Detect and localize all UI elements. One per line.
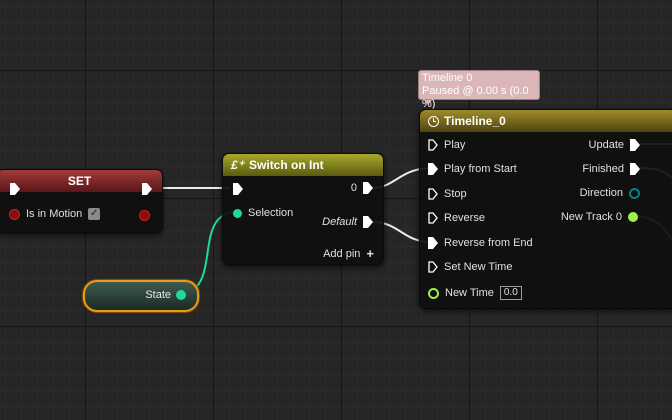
set-exec-in-pin[interactable] — [10, 183, 20, 195]
new-track-0-label: New Track 0 — [560, 211, 622, 223]
output-new-track-0: New Track 0 — [561, 211, 638, 223]
add-pin-label: Add pin — [323, 247, 361, 260]
switch-out-0-pin[interactable] — [363, 182, 373, 194]
switch-out-0-label: 0 — [350, 182, 357, 194]
reverse-from-end-exec-pin[interactable] — [428, 237, 438, 249]
switch-exec-in-pin[interactable] — [233, 183, 243, 195]
direction-enum-pin[interactable] — [629, 187, 640, 199]
switch-on-int-node[interactable]: £⁺ Switch on Int 0 Selection Default Add… — [222, 153, 384, 265]
update-exec-pin[interactable] — [630, 139, 640, 151]
tooltip-tail — [424, 100, 432, 105]
update-label: Update — [588, 139, 624, 151]
play-label: Play — [444, 139, 466, 151]
set-node[interactable]: SET Is in Motion ✓ — [0, 169, 163, 233]
timeline-node[interactable]: Timeline_0 Play Play from Start Stop Rev… — [419, 109, 672, 309]
stop-label: Stop — [444, 188, 467, 200]
reverse-from-end-label: Reverse from End — [444, 237, 533, 249]
function-icon: £⁺ — [231, 158, 245, 172]
finished-label: Finished — [582, 163, 624, 175]
new-track-0-float-pin[interactable] — [628, 212, 638, 222]
output-finished: Finished — [582, 163, 640, 175]
input-set-new-time: Set New Time — [428, 261, 512, 273]
direction-label: Direction — [579, 187, 623, 199]
default-exec-pin[interactable] — [363, 216, 373, 228]
input-reverse: Reverse — [428, 212, 485, 224]
stop-exec-pin[interactable] — [428, 188, 438, 200]
set-var-row: Is in Motion ✓ — [9, 208, 101, 220]
switch-out-0-row: 0 — [351, 182, 373, 194]
state-label: State — [145, 289, 171, 301]
tooltip-line2: Paused @ 0.00 s (0.0 %) — [422, 85, 529, 110]
clock-icon — [428, 115, 439, 127]
default-row: Default — [322, 216, 373, 228]
input-play: Play — [428, 139, 465, 151]
input-play-from-start: Play from Start — [428, 163, 517, 175]
play-from-start-label: Play from Start — [444, 163, 517, 175]
set-var-label: Is in Motion — [26, 208, 83, 220]
set-new-time-label: Set New Time — [444, 261, 513, 273]
switch-node-title: Switch on Int — [249, 158, 324, 172]
tooltip-line1: Timeline 0 — [422, 72, 473, 84]
timeline-node-header: Timeline_0 — [420, 110, 672, 132]
is-in-motion-checkbox[interactable]: ✓ — [88, 208, 101, 220]
play-exec-pin[interactable] — [428, 139, 438, 151]
set-new-time-exec-pin[interactable] — [428, 261, 438, 273]
bool-out-pin[interactable] — [139, 210, 150, 221]
new-time-float-pin[interactable] — [428, 287, 439, 299]
add-pin-button[interactable]: Add pin + — [323, 246, 374, 261]
timeline-debug-tooltip: Timeline 0 Paused @ 0.00 s (0.0 %) — [418, 70, 540, 110]
selection-label: Selection — [248, 207, 294, 219]
selection-row: Selection — [233, 207, 293, 219]
input-new-time: New Time 0.0 — [428, 286, 522, 300]
output-direction: Direction — [580, 187, 640, 199]
input-stop: Stop — [428, 188, 467, 200]
state-variable-node[interactable]: State — [83, 280, 199, 312]
output-update: Update — [589, 139, 640, 151]
selection-int-pin[interactable] — [233, 208, 242, 218]
reverse-label: Reverse — [444, 212, 485, 224]
finished-exec-pin[interactable] — [630, 163, 640, 175]
reverse-exec-pin[interactable] — [428, 212, 438, 224]
default-label: Default — [322, 216, 357, 228]
set-node-title: SET — [67, 174, 92, 188]
new-time-label: New Time — [445, 287, 494, 299]
bool-in-pin[interactable] — [9, 208, 20, 220]
play-from-start-exec-pin[interactable] — [428, 163, 438, 175]
set-exec-out-pin[interactable] — [142, 183, 152, 195]
plus-icon: + — [366, 246, 374, 261]
state-int-out-pin[interactable] — [176, 290, 186, 300]
timeline-node-title: Timeline_0 — [444, 114, 506, 128]
input-reverse-from-end: Reverse from End — [428, 237, 533, 249]
new-time-value-field[interactable]: 0.0 — [499, 286, 522, 300]
switch-node-header: £⁺ Switch on Int — [223, 154, 383, 176]
set-node-header: SET — [0, 170, 162, 192]
